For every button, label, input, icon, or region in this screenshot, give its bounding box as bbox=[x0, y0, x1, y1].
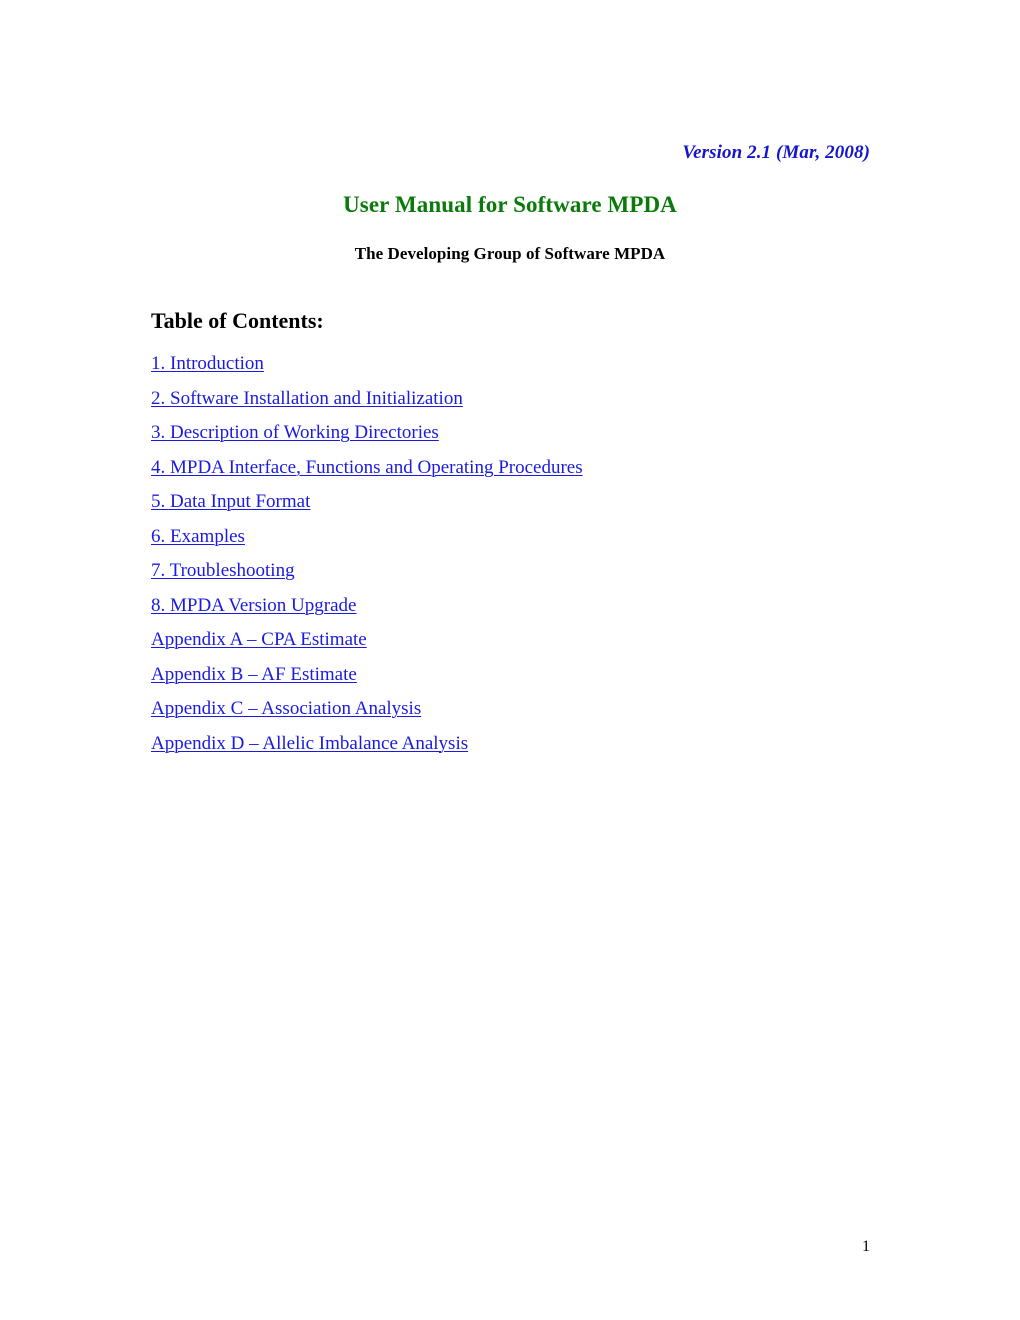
list-item: 3. Description of Working Directories bbox=[151, 422, 911, 457]
document-author: The Developing Group of Software MPDA bbox=[354, 244, 666, 263]
list-item: Appendix D – Allelic Imbalance Analysis bbox=[151, 733, 911, 768]
list-item: 7. Troubleshooting bbox=[151, 560, 911, 595]
toc-link-appendix-a-cpa-estimate[interactable]: Appendix A – CPA Estimate bbox=[151, 629, 367, 650]
list-item: Appendix A – CPA Estimate bbox=[151, 629, 911, 664]
table-of-contents-heading: Table of Contents: bbox=[151, 308, 324, 333]
toc-link-introduction[interactable]: 1. Introduction bbox=[151, 353, 264, 374]
toc-link-troubleshooting[interactable]: 7. Troubleshooting bbox=[151, 560, 295, 581]
toc-link-appendix-c-association-analysis[interactable]: Appendix C – Association Analysis bbox=[151, 698, 421, 719]
toc-link-examples[interactable]: 6. Examples bbox=[151, 526, 245, 547]
list-item: Appendix C – Association Analysis bbox=[151, 698, 911, 733]
page-title: User Manual for Software MPDA bbox=[343, 192, 677, 217]
toc-link-mpda-version-upgrade[interactable]: 8. MPDA Version Upgrade bbox=[151, 595, 356, 616]
list-item: 2. Software Installation and Initializat… bbox=[151, 388, 911, 423]
toc-link-software-installation-and-initialization[interactable]: 2. Software Installation and Initializat… bbox=[151, 388, 463, 409]
toc-link-mpda-interface-functions-and-operating-procedures[interactable]: 4. MPDA Interface, Functions and Operati… bbox=[151, 457, 583, 478]
table-of-contents-list: 1. Introduction 2. Software Installation… bbox=[151, 353, 911, 767]
toc-link-description-of-working-directories[interactable]: 3. Description of Working Directories bbox=[151, 422, 439, 443]
version-label: Version 2.1 (Mar, 2008) bbox=[682, 142, 870, 163]
toc-link-appendix-d-allelic-imbalance-analysis[interactable]: Appendix D – Allelic Imbalance Analysis bbox=[151, 733, 468, 754]
page-number: 1 bbox=[862, 1238, 870, 1255]
document-page: Version 2.1 (Mar, 2008) User Manual for … bbox=[0, 0, 1020, 1320]
list-item: Appendix B – AF Estimate bbox=[151, 664, 911, 699]
list-item: 6. Examples bbox=[151, 526, 911, 561]
list-item: 8. MPDA Version Upgrade bbox=[151, 595, 911, 630]
list-item: 4. MPDA Interface, Functions and Operati… bbox=[151, 457, 911, 492]
list-item: 1. Introduction bbox=[151, 353, 911, 388]
toc-link-appendix-b-af-estimate[interactable]: Appendix B – AF Estimate bbox=[151, 664, 357, 685]
toc-link-data-input-format[interactable]: 5. Data Input Format bbox=[151, 491, 310, 512]
list-item: 5. Data Input Format bbox=[151, 491, 911, 526]
